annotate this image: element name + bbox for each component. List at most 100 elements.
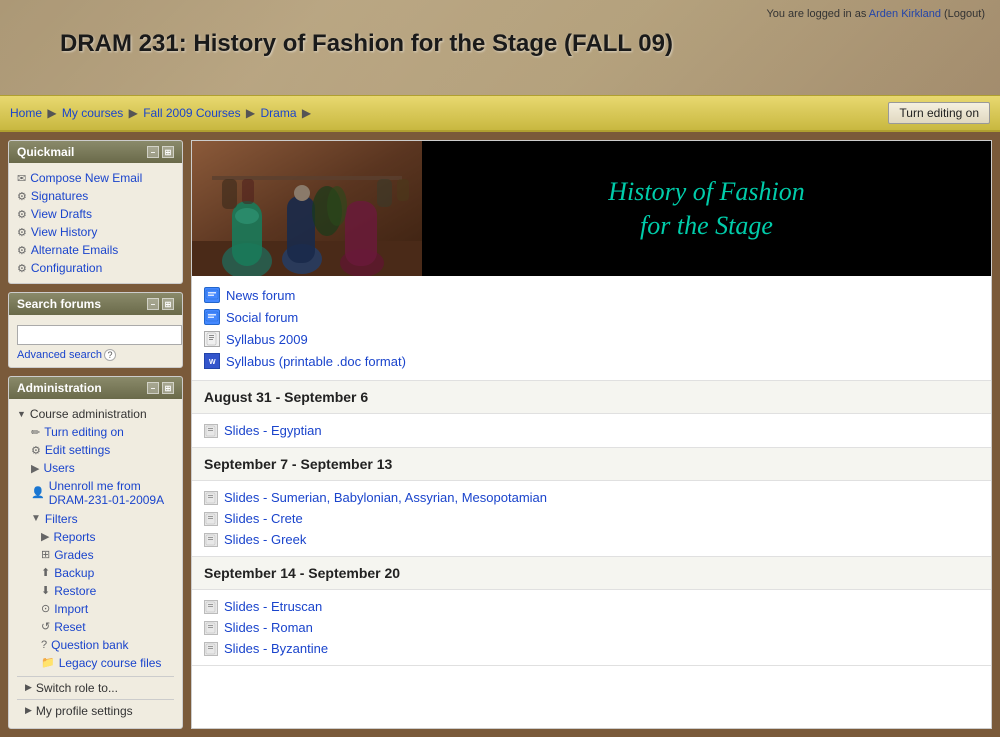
restore-link[interactable]: ⬇ Restore — [17, 582, 174, 600]
switch-role-section[interactable]: ▶ Switch role to... — [17, 677, 174, 699]
quickmail-block: Quickmail – ⊞ ✉ Compose New Email ⚙ Sign… — [8, 140, 183, 284]
reset-icon: ↺ — [41, 620, 50, 633]
social-forum-link[interactable]: Social forum — [226, 310, 298, 325]
slides-greek-link[interactable]: Slides - Greek — [224, 532, 306, 547]
legacy-files-link[interactable]: 📁 Legacy course files — [17, 654, 174, 672]
signatures-link[interactable]: ⚙ Signatures — [17, 187, 174, 205]
quickmail-header: Quickmail – ⊞ — [9, 141, 182, 163]
week-sep7-header: September 7 - September 13 — [192, 448, 991, 481]
banner-title-box: History of Fashion for the Stage — [422, 141, 991, 276]
configuration-link[interactable]: ⚙ Configuration — [17, 259, 174, 277]
history-icon: ⚙ — [17, 226, 27, 239]
slides-sumerian-item: Slides - Sumerian, Babylonian, Assyrian,… — [204, 487, 979, 508]
compose-email-link[interactable]: ✉ Compose New Email — [17, 169, 174, 187]
week-sep14-section: September 14 - September 20 Slides - Etr… — [192, 557, 991, 666]
reports-arrow-icon: ▶ — [41, 530, 49, 543]
breadcrumb-fall2009[interactable]: Fall 2009 Courses — [143, 106, 240, 120]
grades-icon: ⊞ — [41, 548, 50, 561]
social-forum-item: Social forum — [204, 306, 979, 328]
view-drafts-link[interactable]: ⚙ View Drafts — [17, 205, 174, 223]
slides-crete-icon — [204, 512, 218, 526]
advanced-search-help-icon[interactable]: ? — [104, 349, 116, 361]
administration-block: Administration – ⊞ ▼ Course administrati… — [8, 376, 183, 729]
user-icon: 👤 — [31, 487, 45, 500]
syllabus-link[interactable]: Syllabus 2009 — [226, 332, 308, 347]
pencil-icon: ✏ — [31, 426, 40, 439]
slides-roman-icon — [204, 621, 218, 635]
slides-byzantine-item: Slides - Byzantine — [204, 638, 979, 659]
quickmail-config-icon[interactable]: ⊞ — [162, 146, 174, 158]
grades-link[interactable]: ⊞ Grades — [17, 546, 174, 564]
news-forum-link[interactable]: News forum — [226, 288, 295, 303]
search-forums-block: Search forums – ⊞ Go Advanced search ? — [8, 292, 183, 368]
course-links-section: News forum Social forum Syllabus 2009 W … — [192, 276, 991, 381]
quickmail-content: ✉ Compose New Email ⚙ Signatures ⚙ View … — [9, 163, 182, 283]
word-doc-icon: W — [204, 353, 220, 369]
slides-byzantine-link[interactable]: Slides - Byzantine — [224, 641, 328, 656]
reset-link[interactable]: ↺ Reset — [17, 618, 174, 636]
question-bank-link[interactable]: ? Question bank — [17, 636, 174, 654]
email-icon: ✉ — [17, 172, 26, 185]
signatures-icon: ⚙ — [17, 190, 27, 203]
admin-config-icon[interactable]: ⊞ — [162, 382, 174, 394]
banner-title-text: History of Fashion for the Stage — [608, 175, 804, 243]
slides-roman-item: Slides - Roman — [204, 617, 979, 638]
week-sep14-header: September 14 - September 20 — [192, 557, 991, 590]
slides-sumerian-link[interactable]: Slides - Sumerian, Babylonian, Assyrian,… — [224, 490, 547, 505]
import-link[interactable]: ⊙ Import — [17, 600, 174, 618]
users-link[interactable]: ▶ Users — [17, 459, 174, 477]
svg-text:W: W — [209, 359, 216, 366]
administration-header: Administration – ⊞ — [9, 377, 182, 399]
slides-roman-link[interactable]: Slides - Roman — [224, 620, 313, 635]
course-admin-triangle: ▼ — [17, 409, 26, 419]
my-profile-section[interactable]: ▶ My profile settings — [17, 700, 174, 722]
slides-etruscan-item: Slides - Etruscan — [204, 596, 979, 617]
slides-greek-icon — [204, 533, 218, 547]
main-content: History of Fashion for the Stage News fo… — [191, 140, 992, 729]
config-icon: ⚙ — [17, 262, 27, 275]
restore-icon: ⬇ — [41, 584, 50, 597]
view-history-link[interactable]: ⚙ View History — [17, 223, 174, 241]
advanced-search-link[interactable]: Advanced search ? — [17, 349, 174, 361]
filters-link[interactable]: ▼ Filters — [17, 510, 174, 528]
breadcrumb-mycourses[interactable]: My courses — [62, 106, 123, 120]
unenroll-link[interactable]: 👤 Unenroll me fromDRAM-231-01-2009A — [17, 477, 174, 510]
slides-etruscan-link[interactable]: Slides - Etruscan — [224, 599, 322, 614]
admin-minimize-icon[interactable]: – — [147, 382, 159, 394]
slides-egyptian-item: Slides - Egyptian — [204, 420, 979, 441]
gear-icon: ⚙ — [31, 444, 41, 457]
search-config-icon[interactable]: ⊞ — [162, 298, 174, 310]
question-bank-icon: ? — [41, 639, 47, 651]
slides-egyptian-icon — [204, 424, 218, 438]
syllabus-printable-link[interactable]: Syllabus (printable .doc format) — [226, 354, 406, 369]
turn-editing-button[interactable]: Turn editing on — [888, 102, 990, 124]
reports-link[interactable]: ▶ Reports — [17, 528, 174, 546]
folder-icon: 📁 — [41, 656, 55, 669]
week-aug31-section: August 31 - September 6 Slides - Egyptia… — [192, 381, 991, 448]
slides-egyptian-link[interactable]: Slides - Egyptian — [224, 423, 322, 438]
turn-editing-on-link[interactable]: ✏ Turn editing on — [17, 423, 174, 441]
alternate-emails-link[interactable]: ⚙ Alternate Emails — [17, 241, 174, 259]
backup-link[interactable]: ⬆ Backup — [17, 564, 174, 582]
breadcrumb-drama[interactable]: Drama — [260, 106, 296, 120]
search-minimize-icon[interactable]: – — [147, 298, 159, 310]
breadcrumb-home[interactable]: Home — [10, 106, 42, 120]
backup-icon: ⬆ — [41, 566, 50, 579]
slides-crete-item: Slides - Crete — [204, 508, 979, 529]
course-admin-section[interactable]: ▼ Course administration — [17, 405, 174, 423]
slides-sumerian-icon — [204, 491, 218, 505]
my-profile-arrow: ▶ — [25, 705, 32, 716]
nav-bar: Home ▶ My courses ▶ Fall 2009 Courses ▶ … — [0, 95, 1000, 132]
week-aug31-header: August 31 - September 6 — [192, 381, 991, 414]
site-header: You are logged in as Arden Kirkland (Log… — [0, 0, 1000, 95]
week-sep7-section: September 7 - September 13 Slides - Sume… — [192, 448, 991, 557]
alt-email-icon: ⚙ — [17, 244, 27, 257]
edit-settings-link[interactable]: ⚙ Edit settings — [17, 441, 174, 459]
search-forums-content: Go Advanced search ? — [9, 315, 182, 367]
search-input[interactable] — [17, 325, 182, 345]
quickmail-minimize-icon[interactable]: – — [147, 146, 159, 158]
search-row: Go — [17, 325, 174, 345]
filter-icon: ▼ — [31, 513, 41, 524]
social-forum-icon — [204, 309, 220, 325]
slides-crete-link[interactable]: Slides - Crete — [224, 511, 303, 526]
